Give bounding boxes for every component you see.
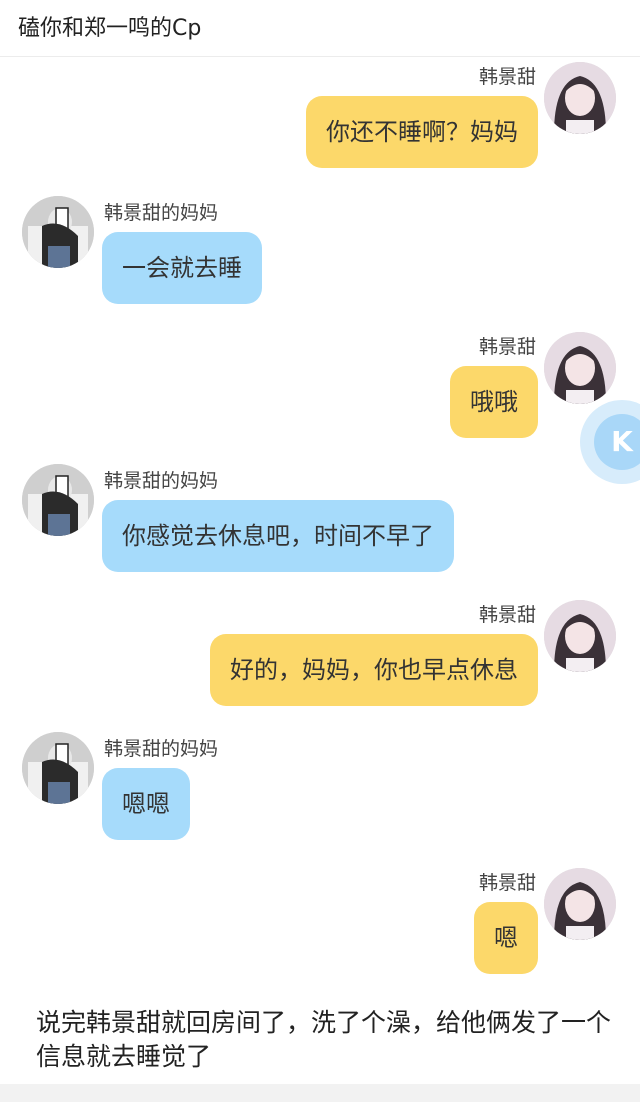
message-bubble[interactable]: 哦哦	[450, 366, 538, 438]
message-bubble[interactable]: 好的，妈妈，你也早点休息	[210, 634, 538, 706]
message-bubble[interactable]: 你还不睡啊？妈妈	[306, 96, 538, 168]
message-bubble[interactable]: 一会就去睡	[102, 232, 262, 304]
message-bubble[interactable]: 嗯	[474, 902, 538, 974]
message-bubble[interactable]: 你感觉去休息吧，时间不早了	[102, 500, 454, 572]
message-bubble[interactable]: 嗯嗯	[102, 768, 190, 840]
assistant-icon: K	[594, 414, 640, 470]
girl-avatar-icon[interactable]	[544, 868, 616, 940]
girl-avatar-icon[interactable]	[544, 600, 616, 672]
sender-name: 韩景甜	[478, 336, 536, 358]
mother-avatar-icon[interactable]	[22, 196, 94, 268]
mother-avatar-icon[interactable]	[22, 732, 94, 804]
narration-text: 说完韩景甜就回房间了，洗了个澡，给他俩发了一个信息就去睡觉了	[36, 1008, 612, 1071]
sender-name: 韩景甜的妈妈	[104, 738, 219, 760]
sender-name: 韩景甜	[478, 872, 536, 894]
sender-name: 韩景甜	[478, 66, 536, 88]
sender-name: 韩景甜	[478, 604, 536, 626]
sender-name: 韩景甜的妈妈	[104, 202, 219, 224]
page-title: 磕你和郑一鸣的Cp	[18, 16, 202, 41]
sender-name: 韩景甜的妈妈	[104, 470, 219, 492]
mother-avatar-icon[interactable]	[22, 464, 94, 536]
girl-avatar-icon[interactable]	[544, 62, 616, 134]
girl-avatar-icon[interactable]	[544, 332, 616, 404]
floating-assistant-button[interactable]: K	[580, 400, 640, 484]
bottom-bar	[0, 1084, 640, 1102]
top-bar: 磕你和郑一鸣的Cp	[0, 0, 640, 57]
